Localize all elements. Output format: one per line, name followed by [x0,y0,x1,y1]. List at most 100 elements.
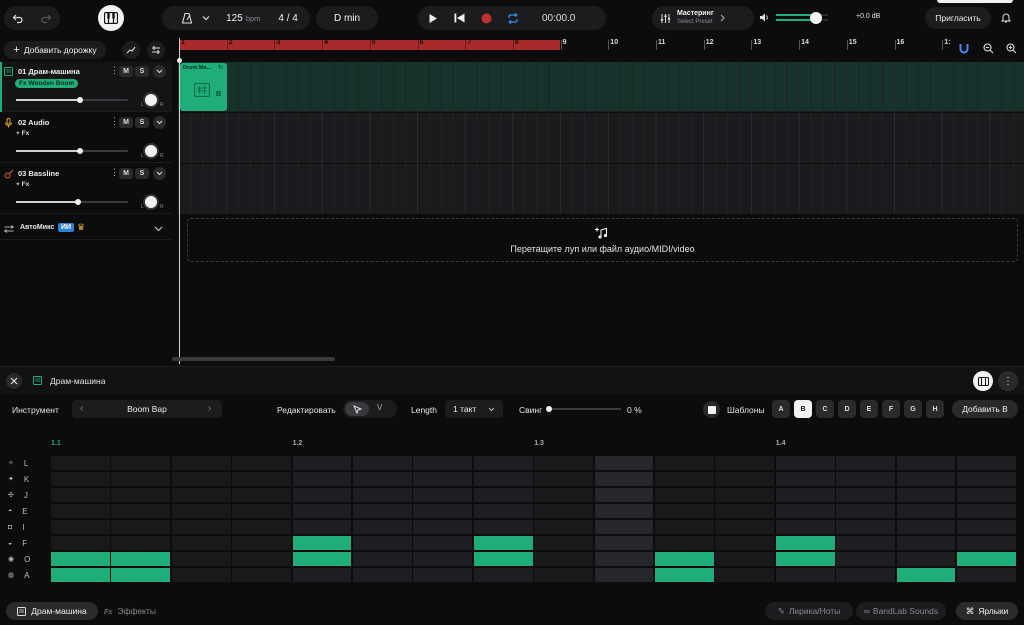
piano-view-icon[interactable] [973,371,993,391]
step-cell[interactable] [171,536,231,550]
swing-knob[interactable] [546,406,552,412]
step-cell[interactable] [473,472,533,486]
track-volume-slider[interactable] [16,199,128,205]
track-menu-icon[interactable]: ⋮ [110,116,119,127]
key-button[interactable]: D min [316,6,378,30]
step-cell[interactable] [836,568,896,582]
pattern-button-h[interactable]: H [926,400,944,418]
horizontal-scrollbar[interactable] [172,357,335,361]
pattern-button-e[interactable]: E [860,400,878,418]
step-cell[interactable] [715,568,775,582]
track-header-drum[interactable]: 01 Драм-машина ⋮ M S Fx Wooden Boom L R [0,62,172,112]
step-cell[interactable] [51,568,110,582]
step-cell[interactable] [232,456,292,470]
step-cell[interactable] [655,472,714,486]
step-cell[interactable] [715,536,775,550]
step-cell[interactable] [232,472,292,486]
track-expand-chevron-icon[interactable] [153,167,166,180]
step-cell[interactable] [292,520,352,534]
shortcuts-button[interactable]: ⌘ Ярлыки [956,602,1018,620]
next-instrument-icon[interactable]: › [208,403,211,414]
prev-instrument-icon[interactable]: ‹ [80,403,83,414]
add-pattern-button[interactable]: Добавить B [952,400,1018,418]
step-cell[interactable] [473,568,533,582]
invite-button[interactable]: Пригласить [925,7,991,29]
step-cell[interactable] [232,504,292,518]
drum-row-label[interactable]: ✦ K [8,472,48,486]
step-cell[interactable] [171,568,231,582]
solo-button[interactable]: S [135,117,149,128]
step-cell[interactable] [353,568,412,582]
step-cell[interactable] [51,520,110,534]
lyrics-button[interactable]: ✎ Лирика/Ноты [765,602,853,620]
swing-slider[interactable] [546,406,621,412]
add-fx-button[interactable]: + Fx [16,181,29,188]
step-cell[interactable] [655,504,714,518]
step-cell[interactable] [292,536,352,550]
tuner-button[interactable] [147,41,165,59]
drum-clip[interactable]: Drum Ma... ↻ B [180,63,227,111]
step-cell[interactable] [896,488,956,502]
solo-button[interactable]: S [135,168,149,179]
step-cell[interactable] [896,456,956,470]
step-cell[interactable] [775,488,835,502]
pattern-button-f[interactable]: F [882,400,900,418]
step-cell[interactable] [836,536,896,550]
step-cell[interactable] [292,472,352,486]
step-cell[interactable] [594,552,654,566]
step-cell[interactable] [655,536,714,550]
bandlab-sounds-button[interactable]: ∞ BandLab Sounds [856,602,946,620]
close-icon[interactable] [6,373,22,389]
step-cell[interactable] [51,536,110,550]
step-cell[interactable] [534,488,594,502]
automation-button[interactable] [122,41,140,59]
step-cell[interactable] [896,504,956,518]
piano-keys-button[interactable] [98,5,124,31]
step-cell[interactable] [473,536,533,550]
step-cell[interactable] [836,504,896,518]
mute-button[interactable]: M [119,66,133,77]
volume-knob[interactable] [810,12,822,24]
drum-row-label[interactable]: ✧ L [8,456,48,470]
step-cell[interactable] [171,520,231,534]
drum-row-label[interactable]: ◒ F [8,536,48,550]
step-cell[interactable] [111,472,171,486]
step-cell[interactable] [413,536,473,550]
step-cell[interactable] [594,536,654,550]
step-cell[interactable] [715,456,775,470]
step-cell[interactable] [353,504,412,518]
drum-row-label[interactable]: ◍ A [8,568,48,582]
speaker-icon[interactable] [759,12,770,23]
step-cell[interactable] [715,504,775,518]
drum-row-label[interactable]: ◘ I [8,520,48,534]
track-name[interactable]: 03 Bassline [18,169,59,178]
track-pan-knob[interactable] [143,143,159,159]
timeline-ruler[interactable]: 1 2 3 4 5 6 7 8 9 10 11 12 13 14 15 16 1: [178,38,1024,50]
drum-row-label[interactable]: ◓ E [8,504,48,518]
mastering-button[interactable]: Мастеринг Select Preset [652,6,754,30]
loop-icon[interactable] [500,12,526,24]
step-cell[interactable] [957,456,1016,470]
step-cell[interactable] [413,488,473,502]
step-cell[interactable] [292,504,352,518]
add-track-button[interactable]: + Добавить дорожку [4,41,106,59]
track-menu-icon[interactable]: ⋮ [110,65,119,76]
select-pointer-icon[interactable] [345,402,369,416]
drop-zone[interactable]: Перетащите луп или файл аудио/MIDI/video [187,218,1018,262]
step-cell[interactable] [111,568,171,582]
step-cell[interactable] [534,520,594,534]
step-cell[interactable] [715,488,775,502]
step-cell[interactable] [957,552,1016,566]
track-menu-icon[interactable]: ⋮ [110,167,119,178]
step-cell[interactable] [775,536,835,550]
step-cell[interactable] [655,568,714,582]
pattern-button-a[interactable]: A [772,400,790,418]
step-cell[interactable] [413,456,473,470]
step-cell[interactable] [534,504,594,518]
record-icon[interactable] [472,13,500,24]
step-cell[interactable] [715,472,775,486]
step-cell[interactable] [413,520,473,534]
mute-button[interactable]: M [119,168,133,179]
step-cell[interactable] [594,472,654,486]
step-cell[interactable] [51,504,110,518]
